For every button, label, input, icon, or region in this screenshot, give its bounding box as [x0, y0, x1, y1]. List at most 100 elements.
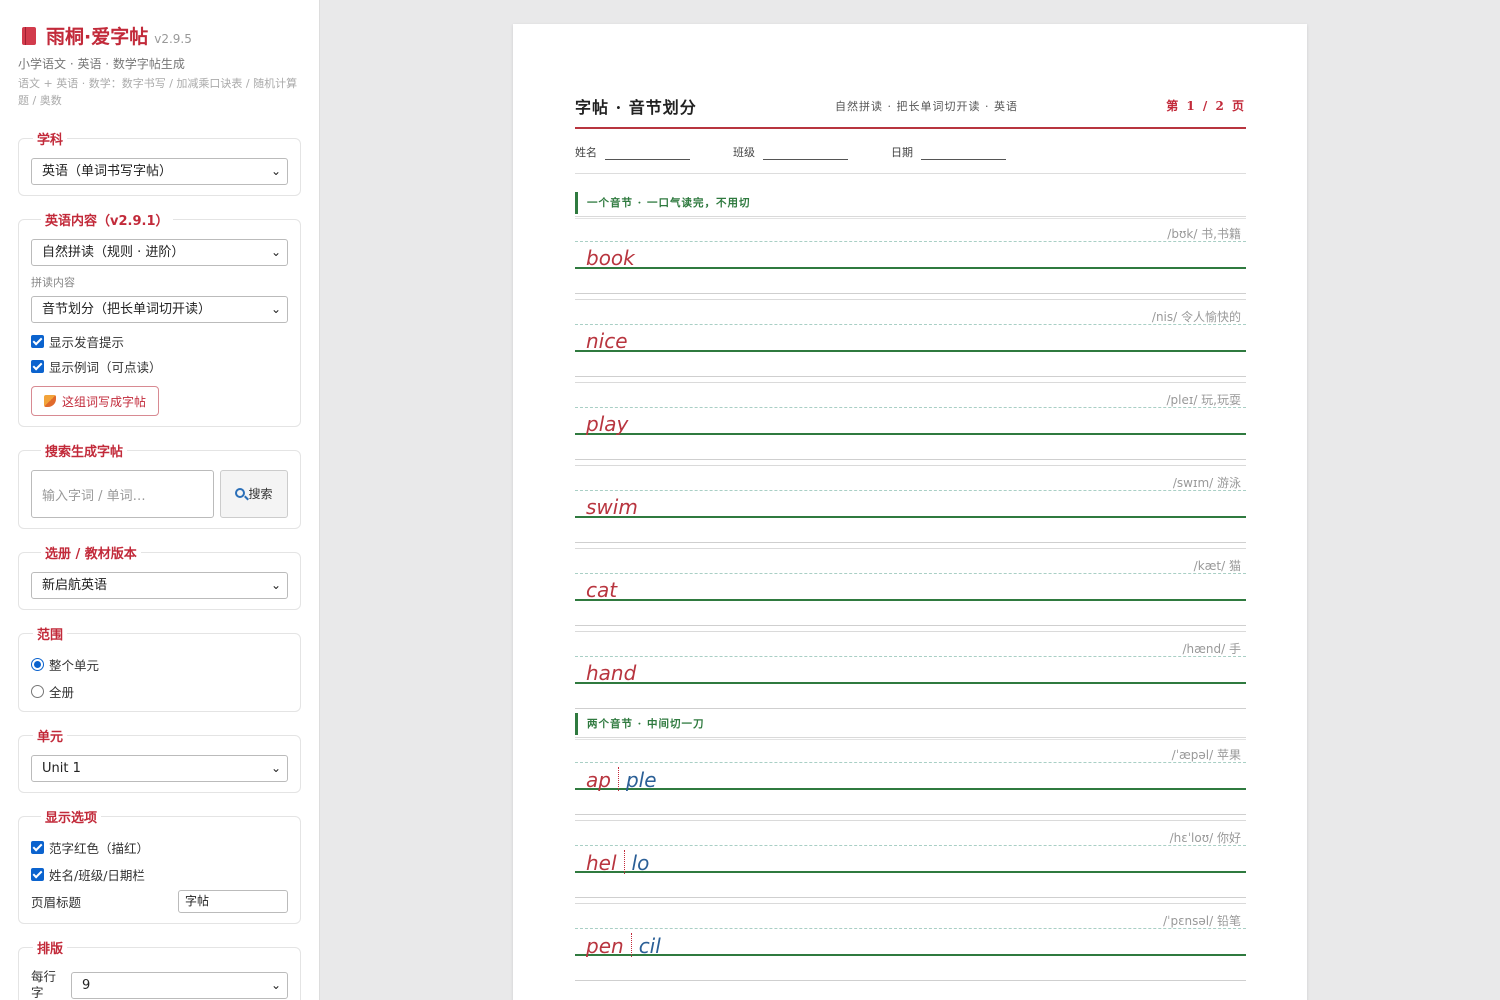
book-panel: 选册 / 教材版本 新启航英语 ⌄: [18, 543, 301, 610]
word-row: /kæt/ 猫 cat: [575, 548, 1246, 626]
range-option-unit[interactable]: 整个单元: [31, 655, 288, 674]
worksheet-title: 字帖 · 音节划分: [575, 98, 697, 117]
guide-line-bottom: [575, 708, 1246, 709]
phonetic-hint[interactable]: /hɛˈloʊ/ 你好: [1170, 829, 1241, 846]
guide-line-base: [575, 516, 1246, 518]
guide-line-base: [575, 267, 1246, 269]
write-group-label: 这组词写成字帖: [62, 394, 147, 409]
header-title-row: 页眉标题 字帖: [31, 890, 288, 913]
guide-line-bottom: [575, 459, 1246, 460]
guide-line-bottom: [575, 980, 1246, 981]
info-bar-checkbox[interactable]: [31, 868, 44, 881]
guide-line-bottom: [575, 542, 1246, 543]
subject-select[interactable]: 英语（单词书写字帖） ⌄: [31, 158, 288, 185]
guide-line-dash: [575, 928, 1246, 929]
show-examples-option[interactable]: 显示例词（可点读）: [31, 357, 288, 376]
syllable: lo: [631, 851, 650, 875]
search-button-label: 搜索: [248, 487, 273, 501]
guide-line-top: [575, 631, 1246, 632]
example-word: pen cil: [586, 933, 661, 958]
brand: 雨桐·爱字帖 v2.9.5: [18, 22, 301, 49]
book-icon: [22, 27, 36, 45]
guide-line-top: [575, 382, 1246, 383]
guide-line-dash: [575, 324, 1246, 325]
layout-legend: 排版: [37, 942, 64, 957]
phonetic-hint[interactable]: /ˈæpəl/ 苹果: [1172, 746, 1241, 763]
chevron-down-icon: ⌄: [270, 164, 281, 178]
range-book-radio[interactable]: [31, 685, 44, 698]
show-phonics-checkbox[interactable]: [31, 335, 44, 348]
syllable: hand: [586, 661, 637, 685]
phonetic-hint[interactable]: /nis/ 令人愉快的: [1152, 308, 1241, 325]
syllable-divider: [623, 850, 625, 874]
search-button[interactable]: 搜索: [220, 470, 288, 518]
range-book-label: 全册: [49, 685, 75, 700]
unit-panel: 单元 Unit 1 ⌄: [18, 726, 301, 793]
guide-line-base: [575, 433, 1246, 435]
chevron-down-icon: ⌄: [270, 578, 281, 592]
example-word: swim: [586, 495, 638, 519]
syllable: nice: [586, 329, 628, 353]
show-phonics-label: 显示发音提示: [49, 335, 125, 350]
display-legend: 显示选项: [45, 811, 98, 826]
unit-select[interactable]: Unit 1 ⌄: [31, 755, 288, 782]
write-group-button[interactable]: 这组词写成字帖: [31, 386, 160, 416]
word-row: /pleɪ/ 玩,玩耍 play: [575, 382, 1246, 460]
app-subtitle: 小学语文 · 英语 · 数学字帖生成: [18, 57, 185, 71]
info-bar-option[interactable]: 姓名/班级/日期栏: [31, 865, 288, 884]
worksheet-header: 字帖 · 音节划分 自然拼读 · 把长单词切开读 · 英语 第 1 / 2 页: [575, 94, 1246, 129]
guide-line-bottom: [575, 625, 1246, 626]
syllable: play: [586, 412, 629, 436]
syllable: book: [586, 246, 635, 270]
chevron-down-icon: ⌄: [270, 761, 281, 775]
red-template-option[interactable]: 范字红色（描红）: [31, 838, 288, 857]
guide-line-top: [575, 465, 1246, 466]
example-word: play: [586, 412, 628, 436]
phonetic-hint[interactable]: /pleɪ/ 玩,玩耍: [1166, 391, 1241, 408]
guide-line-dash: [575, 407, 1246, 408]
phonetic-hint[interactable]: /swɪm/ 游泳: [1173, 474, 1241, 491]
example-word: hand: [586, 661, 636, 685]
book-legend: 选册 / 教材版本: [45, 547, 137, 562]
subject-select-value: 英语（单词书写字帖）: [42, 164, 173, 179]
info-bar-label: 姓名/班级/日期栏: [49, 868, 145, 883]
subject-legend: 学科: [37, 133, 64, 148]
example-word: cat: [586, 578, 617, 602]
guide-line-dash: [575, 656, 1246, 657]
phonetic-hint[interactable]: /hænd/ 手: [1182, 640, 1241, 657]
name-field: 姓名: [575, 144, 690, 160]
example-word: hel lo: [586, 850, 649, 875]
red-template-label: 范字红色（描红）: [49, 841, 150, 856]
guide-line-dash: [575, 490, 1246, 491]
phonetic-hint[interactable]: /ˈpɛnsəl/ 铅笔: [1163, 912, 1241, 929]
content-label: 拼读内容: [31, 276, 75, 289]
chevron-down-icon: ⌄: [270, 302, 281, 316]
range-unit-radio[interactable]: [31, 658, 44, 671]
show-phonics-option[interactable]: 显示发音提示: [31, 332, 288, 351]
phonics-content-select[interactable]: 音节划分（把长单词切开读） ⌄: [31, 296, 288, 323]
range-option-book[interactable]: 全册: [31, 682, 288, 701]
phonics-mode-select[interactable]: 自然拼读（规则 · 进阶） ⌄: [31, 239, 288, 266]
word-row: /ˈæpəl/ 苹果 ap ple: [575, 737, 1246, 815]
red-template-checkbox[interactable]: [31, 841, 44, 854]
page-number: 第 1 / 2 页: [1166, 99, 1246, 113]
per-row-select[interactable]: 9 ⌄: [71, 971, 288, 999]
date-field: 日期: [891, 144, 1006, 160]
show-examples-checkbox[interactable]: [31, 360, 44, 373]
guide-line-dash: [575, 762, 1246, 763]
phonetic-hint[interactable]: /kæt/ 猫: [1194, 557, 1241, 574]
book-select[interactable]: 新启航英语 ⌄: [31, 572, 288, 599]
syllable-divider: [630, 933, 632, 957]
student-info-bar: 姓名 班级 日期: [575, 144, 1246, 174]
guide-line-base: [575, 599, 1246, 601]
english-content-panel: 英语内容（v2.9.1） 自然拼读（规则 · 进阶） ⌄ 拼读内容 音节划分（把…: [18, 210, 301, 427]
display-panel: 显示选项 范字红色（描红） 姓名/班级/日期栏 页眉标题 字帖: [18, 807, 301, 924]
range-legend: 范围: [37, 628, 64, 643]
guide-line-bottom: [575, 376, 1246, 377]
phonetic-hint[interactable]: /bʊk/ 书,书籍: [1167, 225, 1241, 242]
layout-panel: 排版 每行字 9 ⌄: [18, 938, 301, 1000]
worksheet-subtitle: 自然拼读 · 把长单词切开读 · 英语: [835, 100, 1018, 113]
phonics-content-value: 音节划分（把长单词切开读）: [42, 302, 212, 317]
search-input[interactable]: 输入字词 / 单词…: [31, 470, 214, 518]
header-title-input[interactable]: 字帖: [178, 890, 288, 913]
